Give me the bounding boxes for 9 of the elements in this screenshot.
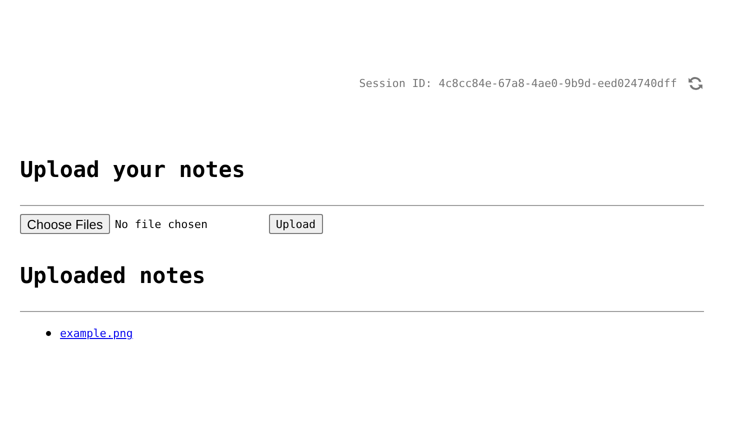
choose-files-button[interactable]: Choose Files [20,214,110,234]
refresh-icon[interactable] [687,74,704,92]
bullet-icon [46,331,51,336]
section-heading: Uploaded notes [20,263,206,291]
section-heading: Upload your notes [20,157,246,185]
file-status: No file chosen [114,218,209,230]
upload-button[interactable]: Upload [268,214,323,234]
file-link[interactable]: example.png [60,327,133,340]
session-id: Session ID: 4c8cc84e-67a8-4ae0-9b9d-eed024740dff [359,76,677,90]
